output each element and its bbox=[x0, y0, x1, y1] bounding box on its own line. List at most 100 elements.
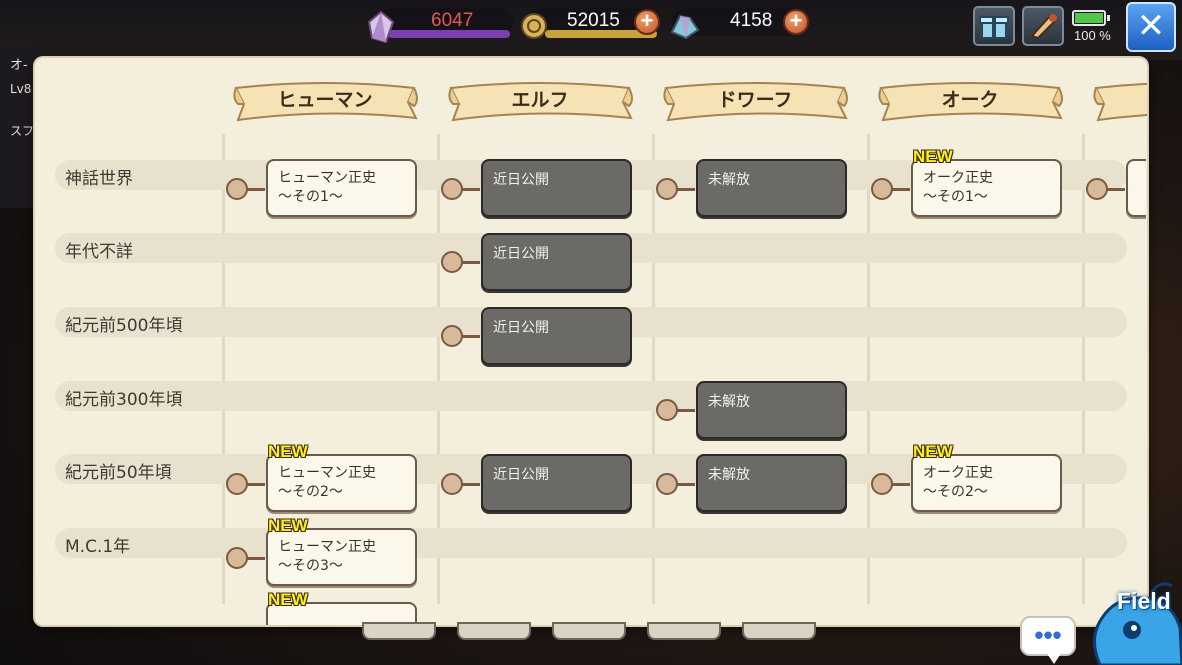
story-card-human-1[interactable]: ヒューマン正史 〜その1〜 bbox=[266, 159, 417, 217]
story-card-elf-500bc[interactable]: 近日公開 bbox=[481, 307, 632, 365]
gift-box-button[interactable] bbox=[973, 6, 1015, 46]
story-card-status: 近日公開 bbox=[493, 172, 549, 188]
story-card-title: ヒューマン正史 〜その1〜 bbox=[278, 170, 376, 205]
timeline-node bbox=[441, 325, 463, 347]
bottom-menu-button[interactable] bbox=[742, 622, 816, 640]
timeline-connector bbox=[247, 483, 265, 486]
race-tab-next-partial[interactable] bbox=[1090, 78, 1147, 128]
story-card-status: 未解放 bbox=[708, 394, 750, 410]
race-tab-label: ヒューマン bbox=[277, 89, 373, 111]
timeline-connector bbox=[677, 483, 695, 486]
timeline-connector bbox=[462, 188, 480, 191]
story-card-status: 未解放 bbox=[708, 467, 750, 483]
timeline-connector bbox=[892, 483, 910, 486]
era-label-unknown: 年代不詳 bbox=[65, 242, 133, 262]
era-label-mythic: 神話世界 bbox=[65, 169, 133, 189]
timeline-connector bbox=[892, 188, 910, 191]
timeline-connector bbox=[462, 483, 480, 486]
era-label-50bc: 紀元前50年頃 bbox=[65, 463, 172, 483]
timeline-node bbox=[656, 178, 678, 200]
stamina-value: 6047 bbox=[431, 10, 474, 31]
story-card-human-3[interactable]: NEW ヒューマン正史 〜その3〜 bbox=[266, 516, 417, 586]
character-level-fragment: Lv8 bbox=[10, 82, 32, 96]
timeline-connector bbox=[462, 261, 480, 264]
story-card-partial[interactable] bbox=[1126, 159, 1146, 217]
new-badge: NEW bbox=[268, 442, 308, 461]
story-card-human-2[interactable]: NEW ヒューマン正史 〜その2〜 bbox=[266, 442, 417, 512]
race-tab-orc[interactable]: オーク bbox=[875, 78, 1065, 128]
race-tab-label: オーク bbox=[941, 89, 999, 111]
timeline-node bbox=[871, 473, 893, 495]
character-name-fragment: オ- bbox=[10, 58, 28, 73]
battery-percent: 100 % bbox=[1074, 28, 1111, 43]
chat-bubble-icon: ••• bbox=[1034, 620, 1062, 650]
gold-value: 52015 bbox=[567, 10, 620, 31]
story-card-dwarf-mythic[interactable]: 未解放 bbox=[696, 159, 847, 217]
side-menu-fragment: スフ bbox=[10, 124, 35, 138]
chat-bubble-tail bbox=[1046, 652, 1062, 664]
timeline-node bbox=[1086, 178, 1108, 200]
story-card-status: 未解放 bbox=[708, 172, 750, 188]
new-badge: NEW bbox=[913, 442, 953, 461]
bottom-menu-button[interactable] bbox=[552, 622, 626, 640]
field-label: Field bbox=[1117, 588, 1171, 614]
race-tab-dwarf[interactable]: ドワーフ bbox=[660, 78, 850, 128]
gold-coin-icon bbox=[521, 13, 547, 39]
story-card-status: 近日公開 bbox=[493, 467, 549, 483]
story-card-title: ヒューマン正史 〜その3〜 bbox=[278, 539, 376, 574]
story-card-orc-1[interactable]: NEW オーク正史 〜その1〜 bbox=[911, 147, 1062, 217]
bottom-menu-button[interactable] bbox=[647, 622, 721, 640]
history-timeline-panel: 神話世界 年代不詳 紀元前500年頃 紀元前300年頃 紀元前50年頃 M.C.… bbox=[35, 58, 1147, 625]
scroll-banner-icon bbox=[1093, 82, 1147, 122]
timeline-node bbox=[226, 547, 248, 569]
story-card-elf-mythic[interactable]: 近日公開 bbox=[481, 159, 632, 217]
new-badge: NEW bbox=[268, 590, 308, 609]
era-row-band bbox=[55, 381, 1127, 411]
battery-icon bbox=[1072, 10, 1106, 26]
story-card-dwarf-300bc[interactable]: 未解放 bbox=[696, 381, 847, 439]
timeline-connector bbox=[247, 557, 265, 560]
gem-add-button[interactable]: + bbox=[783, 9, 809, 35]
timeline-connector bbox=[677, 409, 695, 412]
story-card-status: 近日公開 bbox=[493, 320, 549, 336]
timeline-node bbox=[441, 251, 463, 273]
story-card-orc-2[interactable]: NEW オーク正史 〜その2〜 bbox=[911, 442, 1062, 512]
era-row-band bbox=[55, 528, 1127, 558]
bottom-menu-button[interactable] bbox=[362, 622, 436, 640]
era-label-500bc: 紀元前500年頃 bbox=[65, 316, 183, 336]
story-card-dwarf-50bc[interactable]: 未解放 bbox=[696, 454, 847, 512]
timeline-node bbox=[226, 178, 248, 200]
gem-value: 4158 bbox=[730, 10, 773, 31]
race-tab-elf[interactable]: エルフ bbox=[445, 78, 635, 128]
story-card-title: ヒューマン正史 〜その2〜 bbox=[278, 465, 376, 500]
story-card-status: 近日公開 bbox=[493, 246, 549, 262]
background-side-panel: オ- Lv8 スフ bbox=[0, 48, 40, 208]
era-label-300bc: 紀元前300年頃 bbox=[65, 390, 183, 410]
horn-icon bbox=[1030, 14, 1058, 40]
story-card-title: オーク正史 〜その2〜 bbox=[923, 465, 993, 500]
story-card-elf-unknown[interactable]: 近日公開 bbox=[481, 233, 632, 291]
timeline-node bbox=[871, 178, 893, 200]
race-tab-human[interactable]: ヒューマン bbox=[230, 78, 420, 128]
timeline-node bbox=[656, 399, 678, 421]
timeline-node bbox=[226, 473, 248, 495]
story-card-elf-50bc[interactable]: 近日公開 bbox=[481, 454, 632, 512]
gold-add-button[interactable]: + bbox=[634, 9, 660, 35]
timeline-node bbox=[441, 473, 463, 495]
race-tab-label: ドワーフ bbox=[717, 89, 793, 111]
era-label-mc1: M.C.1年 bbox=[65, 537, 131, 557]
timeline-connector bbox=[677, 188, 695, 191]
horn-button[interactable] bbox=[1022, 6, 1064, 46]
gift-box-icon bbox=[979, 16, 1009, 39]
new-badge: NEW bbox=[913, 147, 953, 166]
close-icon: ✕ bbox=[1136, 6, 1166, 46]
timeline-connector bbox=[1107, 188, 1125, 191]
chat-button[interactable]: ••• bbox=[1020, 616, 1076, 656]
timeline-connector bbox=[247, 188, 265, 191]
new-badge: NEW bbox=[268, 516, 308, 535]
race-tab-label: エルフ bbox=[511, 89, 569, 111]
timeline-connector bbox=[462, 335, 480, 338]
close-button[interactable]: ✕ bbox=[1126, 2, 1176, 52]
bottom-menu-button[interactable] bbox=[457, 622, 531, 640]
gem-pile-icon bbox=[670, 14, 700, 40]
